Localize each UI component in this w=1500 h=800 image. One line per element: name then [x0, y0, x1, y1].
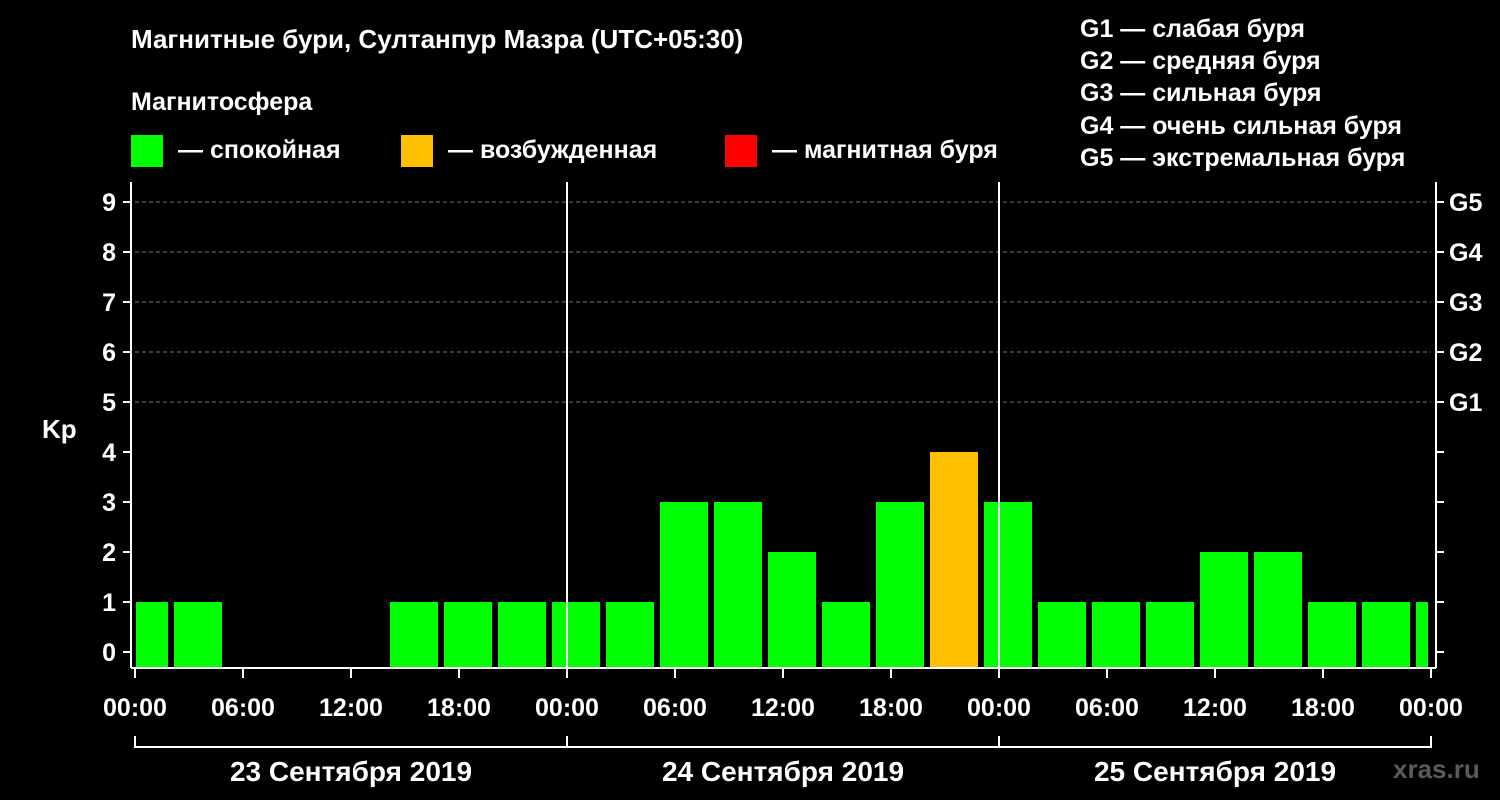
date-label: 23 Сентября 2019	[230, 756, 472, 787]
kp-bar	[822, 602, 870, 668]
x-tick-label: 06:00	[643, 694, 707, 722]
kp-bar	[1362, 602, 1410, 668]
kp-chart: Магнитные бури, Султанпур Мазра (UTC+05:…	[42, 15, 1482, 787]
x-tick-label: 00:00	[1399, 694, 1463, 722]
storm-level-g1: G1 — слабая буря	[1080, 15, 1305, 43]
storm-tick-label: G3	[1449, 289, 1482, 317]
x-tick-labels: 00:00 06:00 12:00 18:00 00:00 06:00 12:00 18:00…	[103, 694, 1463, 722]
x-tick-label: 18:00	[1291, 694, 1355, 722]
x-tick-label: 18:00	[859, 694, 923, 722]
legend-label-active: — возбужденная	[448, 136, 657, 164]
kp-bar	[136, 602, 168, 668]
storm-tick-label: G5	[1449, 189, 1482, 217]
date-label: 24 Сентября 2019	[662, 756, 904, 787]
x-tick-label: 06:00	[211, 694, 275, 722]
kp-bar	[606, 602, 654, 668]
legend-label-storm: — магнитная буря	[772, 136, 998, 164]
storm-tick-label: G4	[1449, 239, 1482, 267]
storm-level-legend: G1 — слабая буря G2 — средняя буря G3 — …	[1080, 15, 1405, 172]
x-tick-label: 18:00	[427, 694, 491, 722]
x-tick-label: 00:00	[535, 694, 599, 722]
kp-bar	[444, 602, 492, 668]
legend-label-quiet: — спокойная	[178, 136, 341, 164]
grid-lines	[135, 201, 1431, 403]
y-tick-label: 3	[102, 489, 116, 517]
kp-bar	[498, 602, 546, 668]
kp-bar	[1308, 602, 1356, 668]
y-tick-label: 7	[102, 289, 116, 317]
x-tick-label: 12:00	[319, 694, 383, 722]
bars	[136, 452, 1428, 668]
x-tick-label: 12:00	[751, 694, 815, 722]
x-tick-label: 06:00	[1075, 694, 1139, 722]
kp-bar	[390, 602, 438, 668]
kp-bar	[1416, 602, 1428, 668]
legend-swatch-active	[401, 135, 433, 167]
kp-bar	[768, 552, 816, 668]
storm-tick-label: G1	[1449, 389, 1482, 417]
legend-swatch-storm	[725, 135, 757, 167]
kp-bar	[876, 502, 924, 668]
legend-swatch-quiet	[131, 135, 163, 167]
y-tick-label: 9	[102, 189, 116, 217]
x-tick-label: 00:00	[967, 694, 1031, 722]
kp-bar	[174, 602, 222, 668]
x-tick-label: 00:00	[103, 694, 167, 722]
storm-tick-label: G2	[1449, 339, 1482, 367]
y-tick-label: 8	[102, 239, 116, 267]
storm-level-g4: G4 — очень сильная буря	[1080, 112, 1402, 140]
y-tick-label: 1	[102, 589, 116, 617]
kp-bar	[1254, 552, 1302, 668]
storm-tick-labels: G1 G2 G3 G4 G5	[1449, 189, 1482, 417]
y-tick-label: 5	[102, 389, 116, 417]
y-tick-label: 2	[102, 539, 116, 567]
chart-title: Магнитные бури, Султанпур Мазра (UTC+05:…	[131, 24, 743, 54]
kp-bar	[1038, 602, 1086, 668]
kp-bar	[714, 502, 762, 668]
kp-bar	[552, 602, 600, 668]
legend: — спокойная — возбужденная — магнитная б…	[131, 135, 998, 167]
y-tick-label: 0	[102, 639, 116, 667]
y-axis-label: Kp	[42, 414, 77, 444]
storm-level-g5: G5 — экстремальная буря	[1080, 144, 1405, 172]
kp-bar	[930, 452, 978, 668]
date-label: 25 Сентября 2019	[1094, 756, 1336, 787]
watermark: xras.ru	[1393, 754, 1480, 784]
kp-bar	[984, 502, 1032, 668]
kp-bar	[1092, 602, 1140, 668]
x-tick-label: 12:00	[1183, 694, 1247, 722]
kp-bar	[660, 502, 708, 668]
date-labels: 23 Сентября 2019 24 Сентября 2019 25 Сентя…	[230, 756, 1336, 787]
kp-bar	[1200, 552, 1248, 668]
storm-level-g2: G2 — средняя буря	[1080, 47, 1321, 75]
kp-bar	[1146, 602, 1194, 668]
y-tick-label: 6	[102, 339, 116, 367]
y-tick-labels: 0 1 2 3 4 5 6 7 8 9	[102, 189, 116, 667]
y-tick-label: 4	[102, 439, 116, 467]
storm-level-g3: G3 — сильная буря	[1080, 79, 1322, 107]
chart-subtitle: Магнитосфера	[131, 88, 313, 116]
